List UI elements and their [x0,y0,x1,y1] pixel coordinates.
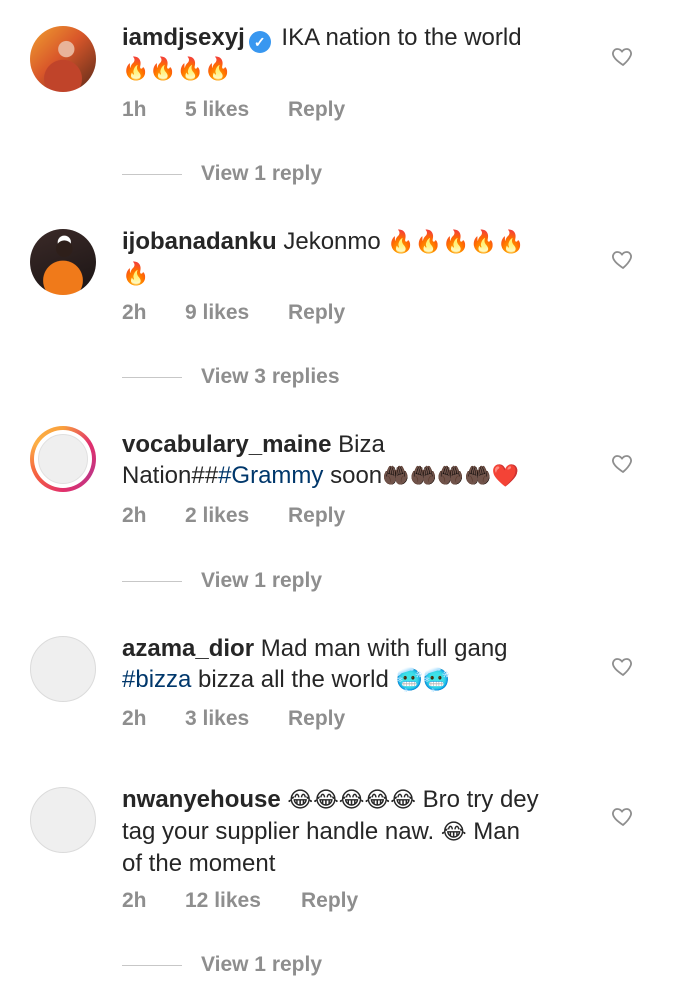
comment-text: Mad man with full gang [260,635,508,662]
reply-button[interactable]: Reply [288,96,345,124]
comment-username[interactable]: ijobanadanku [122,228,277,255]
heart-outline-icon[interactable] [611,654,635,678]
comment-likes[interactable]: 3 likes [185,705,249,733]
comment-emoji: 🔥 [122,262,150,287]
verified-badge-icon: ✓ [248,31,271,53]
comment-text: of the moment [122,850,276,877]
default-avatar-icon[interactable] [30,787,96,853]
comment-time: 2h [122,504,147,527]
heart-outline-icon[interactable] [611,247,635,271]
heart-outline-icon[interactable] [611,804,635,828]
reply-divider [122,965,182,966]
default-avatar-icon[interactable] [30,636,96,702]
view-replies-label: View 1 reply [201,569,323,592]
comment-likes[interactable]: 9 likes [185,299,249,327]
reply-button[interactable]: Reply [288,705,345,733]
comment-body: vocabulary_maine Biza Nation###Grammy so… [122,429,592,492]
reply-divider [122,377,182,378]
comment-time: 2h [122,707,147,730]
comment-likes[interactable]: 2 likes [185,502,249,530]
hashtag-link[interactable]: #Grammy [218,462,323,489]
comment-text: soon [330,462,383,489]
comment-body: nwanyehouse 😂😂😂😂😂 Bro try dey tag your s… [122,784,592,879]
comment-text: IKA nation to the world [281,24,522,51]
comment-emoji: 😂😂😂😂😂 [287,788,416,813]
comment-emoji: 🥶🥶 [395,668,451,693]
comment-text: Nation## [122,462,219,489]
reply-divider [122,581,182,582]
view-replies-label: View 1 reply [201,162,323,185]
default-avatar-icon [38,434,88,484]
comment-username[interactable]: nwanyehouse [122,786,281,813]
avatar[interactable] [30,26,96,92]
comment-emoji: 🤲🏿🤲🏿🤲🏿🤲🏿❤️ [382,464,520,489]
comment-time: 2h [122,889,147,912]
reply-button[interactable]: Reply [301,887,358,915]
reply-button[interactable]: Reply [288,299,345,327]
comment-text: Jekonmo [283,228,381,255]
comment-emoji: 🔥🔥🔥🔥 [122,57,232,82]
comment-text: tag your supplier handle naw. [122,818,435,845]
view-replies-label: View 1 reply [201,953,323,976]
comment-text: Biza [338,431,385,458]
comment-time: 1h [122,98,147,121]
comment-body: azama_dior Mad man with full gang #bizza… [122,633,592,696]
avatar[interactable] [30,229,96,295]
comment-body: iamdjsexyj ✓ IKA nation to the world 🔥🔥🔥🔥 [122,22,592,85]
comment-body: ijobanadanku Jekonmo 🔥🔥🔥🔥🔥 🔥 [122,226,592,290]
comment-username[interactable]: vocabulary_maine [122,431,331,458]
comment-username[interactable]: iamdjsexyj [122,24,245,51]
comment-text: Man [473,818,520,845]
story-ring-avatar[interactable] [30,426,96,492]
reply-divider [122,174,182,175]
comment-likes[interactable]: 12 likes [185,887,261,915]
avatar-inner [34,430,92,488]
comment-emoji: 🔥🔥🔥🔥🔥 [387,230,525,255]
comment-username[interactable]: azama_dior [122,635,254,662]
reply-button[interactable]: Reply [288,502,345,530]
comment-likes[interactable]: 5 likes [185,96,249,124]
comment-text: bizza all the world [198,666,389,693]
hashtag-link[interactable]: #bizza [122,666,191,693]
comment-time: 2h [122,301,147,324]
view-replies-label: View 3 replies [201,365,340,388]
comment-text: Bro try dey [422,786,539,813]
comment-emoji: 😂 [440,820,467,845]
heart-outline-icon[interactable] [611,44,635,68]
heart-outline-icon[interactable] [611,451,635,475]
